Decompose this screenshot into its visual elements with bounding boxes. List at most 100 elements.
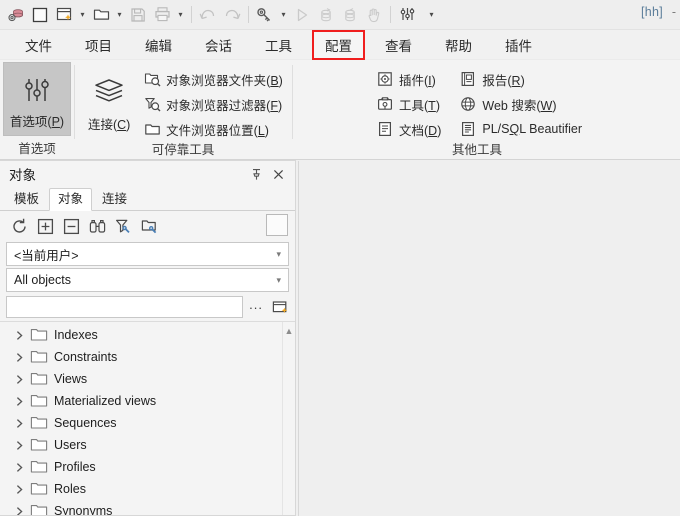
scroll-up-arrow-icon[interactable]: ▲: [285, 326, 294, 336]
ribbon-group-label-preferences: 首选项: [18, 142, 56, 156]
sliders-icon: [20, 71, 54, 109]
file-browser-locations-button[interactable]: 文件浏览器位置(L): [139, 118, 287, 140]
chevron-right-icon[interactable]: [10, 458, 28, 476]
ribbon-group-other-tools: 插件(I) 工具(T) 文档(D) 报告(R) Web 搜索(W) PL/SQL…: [292, 60, 662, 159]
open-folder-icon[interactable]: [89, 3, 113, 27]
objects-tree: Indexes Constraints Views Materialized v…: [0, 322, 282, 515]
chevron-right-icon[interactable]: [10, 370, 28, 388]
objects-panel-titlebar: 对象: [0, 161, 295, 187]
open-folder-caret-icon[interactable]: ▾: [113, 3, 126, 27]
menu-item-project[interactable]: 项目: [74, 32, 123, 58]
tab-connections[interactable]: 连接: [94, 189, 135, 210]
web-search-button[interactable]: Web 搜索(W): [455, 93, 586, 115]
folder-icon: [28, 392, 50, 410]
chevron-right-icon[interactable]: [10, 326, 28, 344]
menu-item-session[interactable]: 会话: [194, 32, 243, 58]
new-window-icon[interactable]: [269, 296, 291, 318]
ribbon-group-label-dockable-tools: 可停靠工具: [151, 143, 215, 157]
object-browser-filters-label: 对象浏览器过滤器(F): [166, 98, 283, 113]
objects-panel-tabs: 模板 对象 连接: [0, 187, 295, 211]
refresh-icon[interactable]: [6, 214, 32, 238]
menu-item-tools[interactable]: 工具: [254, 32, 303, 58]
filter-icon[interactable]: [110, 214, 136, 238]
chevron-right-icon[interactable]: [10, 480, 28, 498]
menu-item-file[interactable]: 文件: [14, 32, 63, 58]
key-icon[interactable]: [253, 3, 277, 27]
key-caret-icon[interactable]: ▾: [277, 3, 290, 27]
menu-item-plugins[interactable]: 插件: [494, 32, 543, 58]
overflow-caret-icon[interactable]: ▾: [425, 3, 438, 27]
plugins-button[interactable]: 插件(I): [372, 68, 445, 90]
chevron-right-icon[interactable]: [10, 414, 28, 432]
new-window-icon[interactable]: [28, 3, 52, 27]
reports-button[interactable]: 报告(R): [455, 68, 586, 90]
connections-button[interactable]: 连接(C): [79, 62, 139, 136]
collapse-all-icon[interactable]: [58, 214, 84, 238]
tree-item-users[interactable]: Users: [0, 434, 282, 456]
object-type-select[interactable]: All objects ▾: [6, 268, 289, 292]
search-more-button[interactable]: ...: [247, 297, 265, 317]
preferences-big-button[interactable]: 首选项(P): [3, 62, 71, 136]
tab-objects[interactable]: 对象: [49, 188, 93, 211]
tree-item-profiles[interactable]: Profiles: [0, 456, 282, 478]
tree-item-materialized-views[interactable]: Materialized views: [0, 390, 282, 412]
object-browser-filter-icon: [142, 94, 162, 114]
find-binoculars-icon[interactable]: [84, 214, 110, 238]
objects-panel-toolbar: [0, 211, 295, 241]
documentation-button[interactable]: 文档(D): [372, 118, 445, 140]
object-browser-folders-button[interactable]: 对象浏览器文件夹(B): [139, 68, 287, 90]
web-search-label: Web 搜索(W): [482, 98, 557, 113]
search-input[interactable]: [6, 296, 244, 318]
chevron-right-icon[interactable]: [10, 392, 28, 410]
tree-item-views[interactable]: Views: [0, 368, 282, 390]
tools-button[interactable]: 工具(T): [372, 93, 445, 115]
object-browser-filters-button[interactable]: 对象浏览器过滤器(F): [139, 93, 287, 115]
expand-all-icon[interactable]: [32, 214, 58, 238]
rollback-icon[interactable]: [338, 3, 362, 27]
menu-item-view[interactable]: 查看: [374, 32, 423, 58]
ribbon-group-label-other-tools: 其他工具: [451, 143, 502, 157]
chevron-right-icon[interactable]: [10, 348, 28, 366]
tree-item-synonyms[interactable]: Synonyms: [0, 500, 282, 515]
folder-icon: [28, 458, 50, 476]
undo-icon[interactable]: [196, 3, 220, 27]
tree-item-label: Indexes: [54, 328, 98, 342]
break-hand-icon[interactable]: [362, 3, 386, 27]
tree-item-constraints[interactable]: Constraints: [0, 346, 282, 368]
save-icon[interactable]: [126, 3, 150, 27]
print-caret-icon[interactable]: ▾: [174, 3, 187, 27]
window-minimize-dash: -: [671, 5, 676, 19]
report-icon: [458, 69, 478, 89]
objects-search-row: ...: [0, 293, 295, 321]
folder-config-icon[interactable]: [136, 214, 162, 238]
tree-item-roles[interactable]: Roles: [0, 478, 282, 500]
new-document-caret-icon[interactable]: ▾: [76, 3, 89, 27]
new-document-icon[interactable]: [52, 3, 76, 27]
preferences-icon[interactable]: [395, 3, 419, 27]
tab-templates[interactable]: 模板: [6, 189, 47, 210]
user-select[interactable]: <当前用户> ▾: [6, 242, 289, 266]
ribbon: 首选项(P) 首选项 连接(C) 对象浏览器文件夹(B) 对象浏览器过滤器(F)…: [0, 60, 680, 160]
pin-icon[interactable]: [245, 163, 267, 185]
toolbar-extra-box[interactable]: [266, 214, 288, 236]
other-tools-col-2: 报告(R) Web 搜索(W) PL/SQL Beautifier: [455, 62, 586, 140]
print-icon[interactable]: [150, 3, 174, 27]
documentation-label: 文档(D): [399, 123, 442, 138]
workspace-area[interactable]: [298, 161, 680, 516]
tree-scrollbar[interactable]: ▲: [282, 322, 295, 515]
database-gear-icon[interactable]: [4, 3, 28, 27]
chevron-right-icon[interactable]: [10, 502, 28, 515]
redo-icon[interactable]: [220, 3, 244, 27]
execute-icon[interactable]: [290, 3, 314, 27]
pl-sql-developer-window: ▾ ▾ ▾ ▾ ▾ [hh] - 文件 项目 编辑 会话 工具 配置 查看 帮助…: [0, 0, 680, 516]
menu-item-help[interactable]: 帮助: [434, 32, 483, 58]
plugin-icon: [375, 69, 395, 89]
close-icon[interactable]: [267, 163, 289, 185]
tree-item-sequences[interactable]: Sequences: [0, 412, 282, 434]
tree-item-indexes[interactable]: Indexes: [0, 324, 282, 346]
commit-icon[interactable]: [314, 3, 338, 27]
menu-item-configure[interactable]: 配置: [312, 29, 365, 60]
menu-item-edit[interactable]: 编辑: [134, 32, 183, 58]
chevron-right-icon[interactable]: [10, 436, 28, 454]
plsql-beautifier-button[interactable]: PL/SQL Beautifier: [455, 118, 586, 140]
